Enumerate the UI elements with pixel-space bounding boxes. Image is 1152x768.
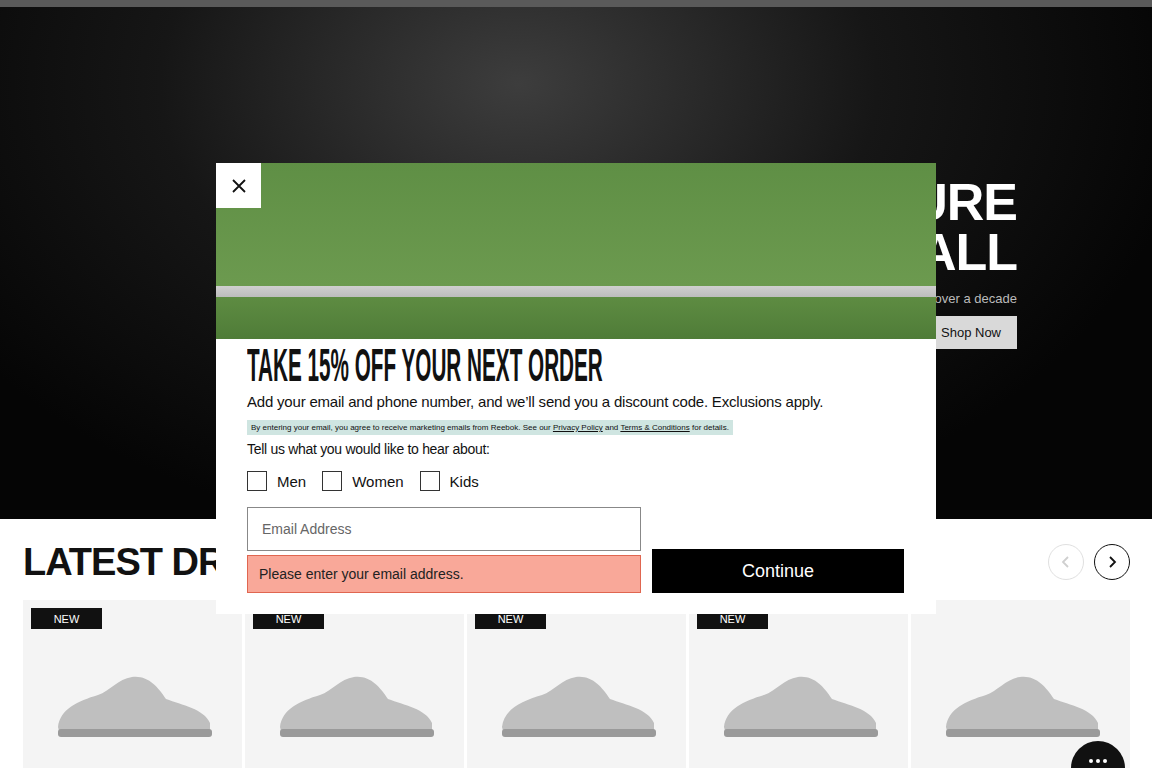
checkbox-icon[interactable] — [322, 471, 342, 491]
shop-now-button[interactable]: Shop Now — [925, 316, 1017, 349]
interest-checkbox[interactable]: Men — [247, 471, 306, 491]
shoe-image — [270, 665, 440, 745]
close-icon[interactable] — [216, 163, 261, 208]
modal-description: Add your email and phone number, and we’… — [247, 393, 905, 410]
promo-photo — [216, 163, 936, 339]
error-message: Please enter your email address. — [247, 555, 641, 593]
consent-text: for details. — [690, 423, 729, 432]
consent-link[interactable]: Terms & Conditions — [620, 423, 689, 432]
consent-notice: By entering your email, you agree to rec… — [247, 420, 733, 435]
interests-label: Tell us what you would like to hear abou… — [247, 441, 905, 457]
checkbox-icon[interactable] — [420, 471, 440, 491]
product-card[interactable]: NEW — [467, 600, 686, 768]
consent-link[interactable]: Privacy Policy — [553, 423, 603, 432]
email-input[interactable] — [247, 507, 641, 551]
shoe-image — [492, 665, 662, 745]
interest-checkbox[interactable]: Women — [322, 471, 403, 491]
product-card[interactable]: NEW — [23, 600, 242, 768]
continue-button[interactable]: Continue — [652, 549, 904, 593]
product-card[interactable]: NEW — [245, 600, 464, 768]
shoe-image — [936, 665, 1106, 745]
prev-arrow-icon[interactable] — [1048, 544, 1084, 580]
consent-text: By entering your email, you agree to rec… — [251, 423, 553, 432]
modal-heading: TAKE 15% OFF YOUR NEXT ORDER — [247, 341, 603, 389]
shoe-image — [48, 665, 218, 745]
checkbox-icon[interactable] — [247, 471, 267, 491]
product-card[interactable]: NEW — [689, 600, 908, 768]
hero-subtitle: over a decade — [935, 291, 1017, 306]
page: UREALLover a decadeShop NowLATEST DRONEW… — [0, 0, 1152, 768]
top-bar — [0, 0, 1152, 7]
next-arrow-icon[interactable] — [1094, 544, 1130, 580]
shoe-image — [714, 665, 884, 745]
new-badge: NEW — [31, 608, 102, 629]
signup-modal: TAKE 15% OFF YOUR NEXT ORDER Add your ema… — [216, 163, 936, 614]
interest-checkbox[interactable]: Kids — [420, 471, 479, 491]
consent-text: and — [603, 423, 621, 432]
